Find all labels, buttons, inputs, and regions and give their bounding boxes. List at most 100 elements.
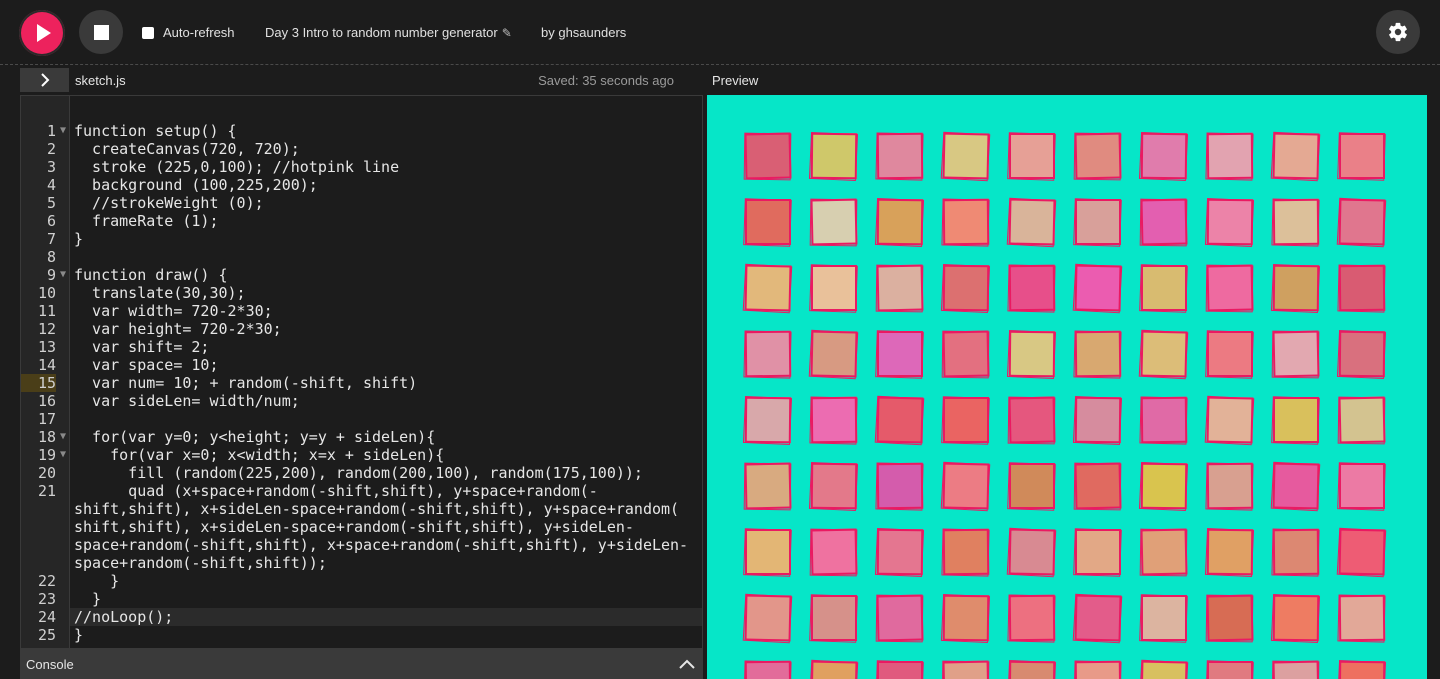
editor-header: sketch.js Saved: 35 seconds ago [20,68,702,95]
author-link[interactable]: by ghsaunders [541,25,626,40]
preview-square [1338,198,1386,246]
code-line[interactable]: 16 var sideLen= width/num; [21,392,702,410]
preview-square [1074,594,1122,642]
line-number: 15 [21,374,56,392]
file-name: sketch.js [75,73,126,88]
code-line[interactable]: 12 var height= 720-2*30; [21,320,702,338]
line-number: 16 [37,392,56,410]
preview-canvas[interactable] [707,95,1427,679]
preview-square [1338,330,1386,378]
preview-square [744,594,792,642]
code-area[interactable]: 1 ▼ function setup() {2 createCanvas(720, … [21,122,702,644]
pencil-icon[interactable]: ✎ [502,26,512,40]
code-line[interactable]: 2 createCanvas(720, 720); [21,140,702,158]
preview-square [876,528,924,576]
stop-button[interactable] [79,10,123,54]
line-number: 5 [46,194,56,212]
code-line[interactable]: 14 var space= 10; [21,356,702,374]
code-line[interactable]: 8 [21,248,702,266]
code-text: space+random(-shift,shift)); [74,554,327,572]
code-line[interactable]: space+random(-shift,shift)); [21,554,702,572]
preview-square [810,528,858,576]
preview-square [1008,264,1056,312]
preview-square [1272,660,1320,679]
code-line[interactable]: 13 var shift= 2; [21,338,702,356]
code-line[interactable]: 6 frameRate (1); [21,212,702,230]
preview-square [1009,133,1055,179]
preview-square [744,264,792,312]
preview-square [1140,660,1188,679]
project-name-text: Day 3 Intro to random number generator [265,25,498,40]
line-number: 25 [37,626,56,644]
sidebar-toggle-button[interactable] [20,68,69,92]
code-line[interactable]: 11 var width= 720-2*30; [21,302,702,320]
code-line[interactable]: 1 ▼ function setup() { [21,122,702,140]
preview-label: Preview [712,73,759,88]
fold-arrow-icon[interactable]: ▼ [56,266,70,284]
code-text: var sideLen= width/num; [74,392,300,410]
code-line[interactable]: shift,shift), x+sideLen-space+random(-sh… [21,500,702,518]
preview-square [810,396,858,444]
code-line[interactable]: 23 } [21,590,702,608]
play-button[interactable] [19,10,65,56]
line-number: 7 [46,230,56,248]
code-editor[interactable]: 1 ▼ function setup() {2 createCanvas(720, … [20,95,703,649]
preview-square [1140,462,1188,510]
code-line[interactable]: 22 } [21,572,702,590]
code-text: translate(30,30); [74,284,246,302]
code-text: for(var x=0; x<width; x=x + sideLen){ [74,446,445,464]
preview-square [1272,198,1320,246]
code-line[interactable]: 25} [21,626,702,644]
code-text: var space= 10; [74,356,219,374]
line-number: 9 [46,266,56,284]
chevron-up-icon[interactable] [679,656,695,674]
code-line[interactable]: 7} [21,230,702,248]
console-panel[interactable]: Console [20,649,703,679]
code-line[interactable]: 5 //strokeWeight (0); [21,194,702,212]
code-line[interactable]: 24 //noLoop(); [21,608,702,626]
code-line[interactable]: 18 ▼ for(var y=0; y<height; y=y + sideLen… [21,428,702,446]
code-line[interactable]: 9 ▼ function draw() { [21,266,702,284]
preview-square [1338,528,1386,576]
code-text: } [74,590,102,608]
code-line[interactable]: 15 var num= 10; + random(-shift, shift) [21,374,702,392]
auto-refresh-checkbox[interactable] [142,26,154,39]
auto-refresh-toggle[interactable]: Auto-refresh [142,25,235,40]
code-line[interactable]: 19 ▼ for(var x=0; x<width; x=x + sideLen)… [21,446,702,464]
preview-square [1207,661,1253,679]
preview-square [1140,528,1188,576]
code-line[interactable]: 21 quad (x+space+random(-shift,shift), y… [21,482,702,500]
settings-button[interactable] [1376,10,1420,54]
line-number: 24 [37,608,56,626]
code-line[interactable]: 17 [21,410,702,428]
preview-square [1140,396,1188,444]
project-name[interactable]: Day 3 Intro to random number generator ✎ [265,25,512,40]
line-number: 6 [46,212,56,230]
code-text: var width= 720-2*30; [74,302,273,320]
chevron-right-icon [40,73,49,87]
preview-square [1206,132,1254,180]
code-line[interactable]: 3 stroke (225,0,100); //hotpink line [21,158,702,176]
code-line[interactable]: 10 translate(30,30); [21,284,702,302]
code-text: background (100,225,200); [74,176,318,194]
fold-arrow-icon[interactable]: ▼ [56,428,70,446]
code-line[interactable]: 20 fill (random(225,200), random(200,100… [21,464,702,482]
code-line[interactable]: 4 background (100,225,200); [21,176,702,194]
fold-arrow-icon[interactable]: ▼ [56,446,70,464]
code-text: shift,shift), x+sideLen-space+random(-sh… [74,518,634,536]
line-number: 10 [37,284,56,302]
code-line[interactable]: shift,shift), x+sideLen-space+random(-sh… [21,518,702,536]
code-line[interactable]: space+random(-shift,shift), x+space+rand… [21,536,702,554]
preview-square [877,331,923,377]
preview-square [1008,198,1056,246]
preview-square [810,462,858,510]
fold-arrow-icon[interactable]: ▼ [56,122,70,140]
code-text: } [74,572,120,590]
